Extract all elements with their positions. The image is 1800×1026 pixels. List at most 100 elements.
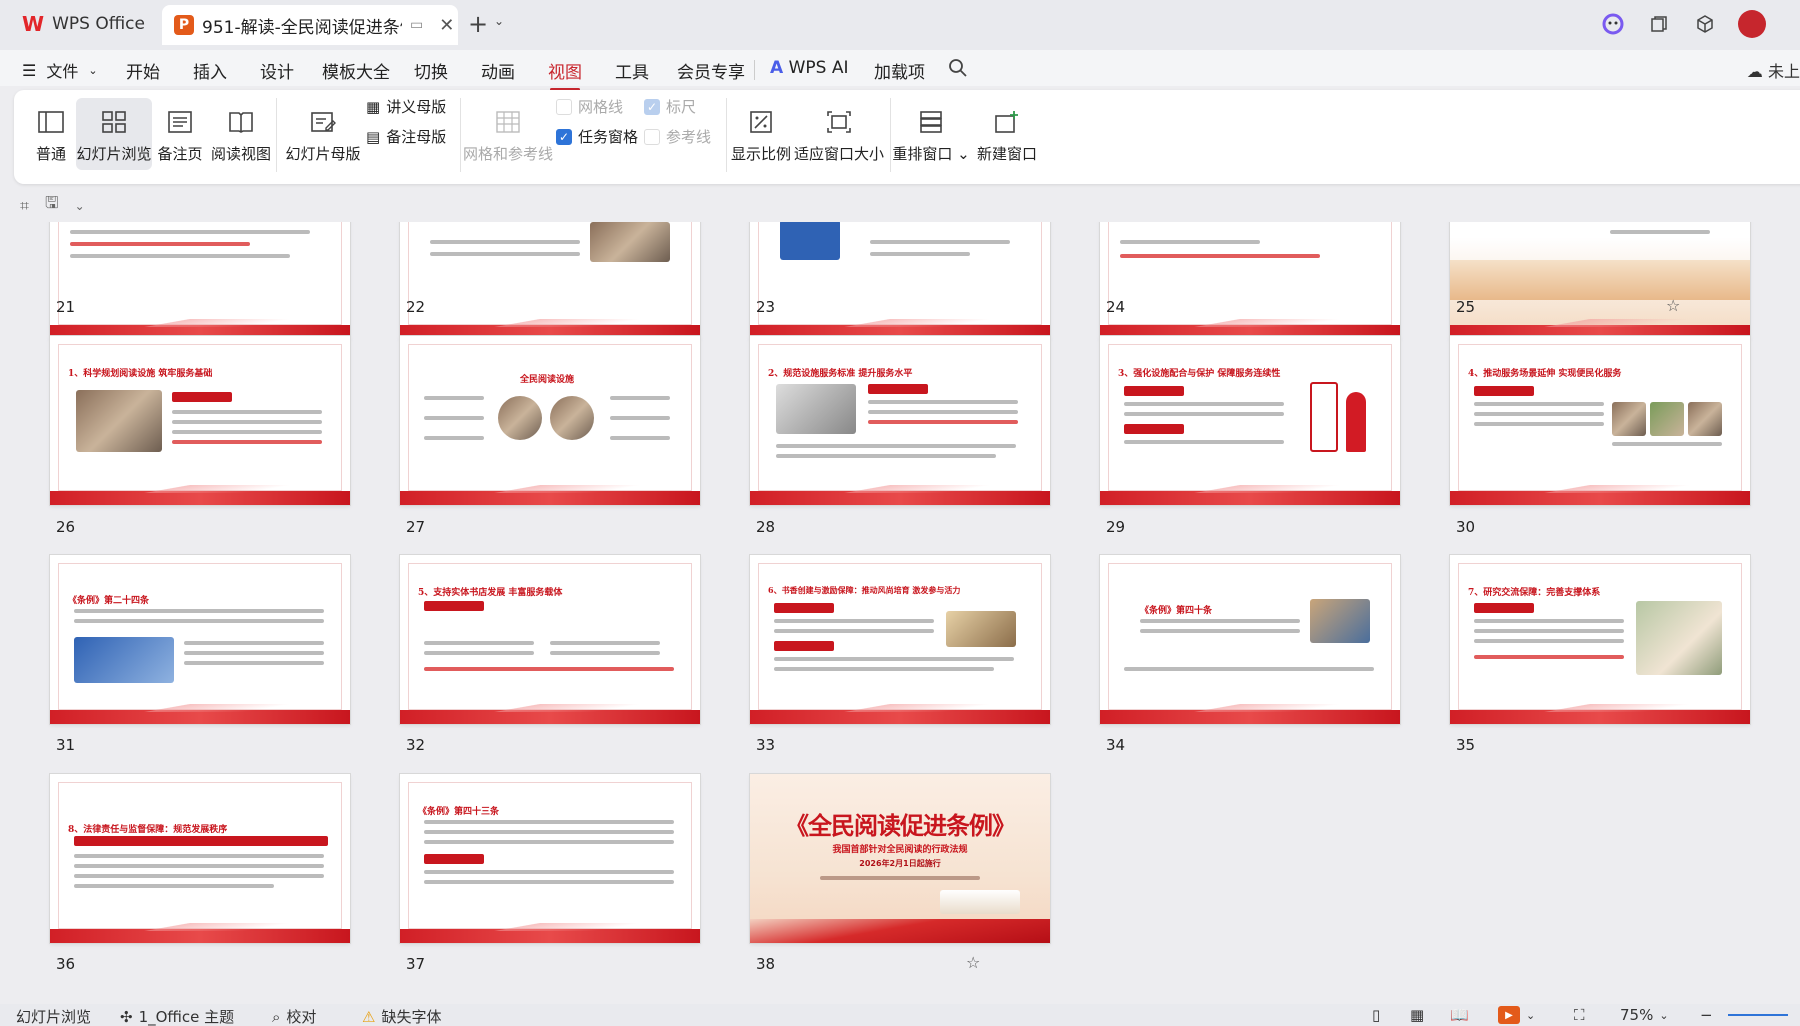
close-tab-icon[interactable]: ✕	[439, 15, 454, 36]
slide-thumbnail[interactable]: 全民阅读设施	[400, 336, 700, 505]
file-menu[interactable]: ☰ 文件 ⌄	[22, 58, 98, 82]
slide-thumbnail[interactable]: 6、书香创建与激励保障：推动风尚培育 激发参与活力	[750, 555, 1050, 724]
slide-browse-status-icon[interactable]: ▦	[1410, 1006, 1424, 1024]
new-window-button[interactable]: 新建窗口	[974, 98, 1040, 170]
ruler-checkbox[interactable]: ✓ 标尺	[644, 96, 696, 117]
slide-heading: 《条例》第二十四条	[68, 596, 150, 606]
gridlines-checkbox[interactable]: 网格线	[556, 96, 623, 117]
chevron-down-icon: ⌄	[1526, 1008, 1536, 1022]
slide-thumbnail[interactable]: 5、支持实体书店发展 丰富服务载体	[400, 555, 700, 724]
menu-addins[interactable]: 加载项	[874, 58, 925, 83]
menu-animations[interactable]: 动画	[481, 58, 515, 83]
rearrange-text: 重排窗口	[892, 145, 953, 163]
fit-icon[interactable]: ⛶	[1574, 1006, 1585, 1024]
task-pane-checkbox[interactable]: ✓ 任务窗格	[556, 126, 638, 147]
zoom-button[interactable]: 显示比例	[730, 98, 792, 170]
zoom-out-icon[interactable]: −	[1700, 1006, 1713, 1024]
zoom-value[interactable]: 75% ⌄	[1620, 1006, 1669, 1024]
notes-page-button[interactable]: 备注页	[154, 98, 206, 170]
book-icon	[226, 107, 256, 137]
ruler-check: ✓	[644, 98, 660, 115]
slide-number: 38	[756, 955, 776, 973]
proofing-label: 校对	[286, 1008, 317, 1026]
slide-heading: 全民阅读设施	[520, 375, 575, 385]
menu-home[interactable]: 开始	[126, 58, 160, 83]
zoom-ratio-icon	[746, 107, 776, 137]
missing-font-status[interactable]: ⚠ 缺失字体	[362, 1006, 441, 1026]
slide-heading: 4、推动服务场景延伸 实现便民化服务	[1468, 369, 1622, 379]
cover-slide-thumbnail[interactable]: 《全民阅读促进条例》 我国首部针对全民阅读的行政法规 2026年2月1日起施行	[750, 774, 1050, 943]
crop-icon[interactable]: ⌗	[20, 196, 29, 216]
menu-view[interactable]: 视图	[548, 58, 582, 91]
theme-label: 1_Office 主题	[138, 1008, 235, 1026]
menu-wps-ai[interactable]: A WPS AI	[770, 58, 848, 78]
chevron-down-icon[interactable]: ⌄	[494, 14, 504, 28]
ruler-label: 标尺	[666, 98, 697, 116]
menu-templates[interactable]: 模板大全	[322, 58, 390, 83]
ai-assistant-icon[interactable]	[1600, 11, 1626, 37]
normal-view-status-icon[interactable]: ▯	[1372, 1006, 1380, 1024]
slide-heading: 3、强化设施配合与保护 保障服务连续性	[1118, 369, 1281, 379]
file-menu-label: 文件	[46, 62, 79, 81]
slide-thumbnail[interactable]: 3、强化设施配合与保护 保障服务连续性	[1100, 336, 1400, 505]
normal-view-button[interactable]: 普通	[28, 98, 74, 170]
star-icon[interactable]: ☆	[1666, 296, 1680, 315]
slide-thumbnail[interactable]: 8、法律责任与监督保障：规范发展秩序	[50, 774, 350, 943]
reading-view-status-icon[interactable]: 📖	[1450, 1006, 1469, 1024]
multi-window-icon[interactable]	[1646, 11, 1672, 37]
view-ribbon: 普通 幻灯片浏览 备注页 阅读视图 幻灯片母版 ▦ 讲义母版 ▤ 备注母版 网格…	[14, 90, 1800, 184]
wps-ai-icon: A	[770, 58, 784, 78]
menu-design[interactable]: 设计	[260, 58, 294, 83]
slide-thumbnail[interactable]: 1、科学规划阅读设施 筑牢服务基础	[50, 336, 350, 505]
proofing-status[interactable]: ⌕ 校对	[272, 1006, 316, 1026]
menu-member[interactable]: 会员专享	[677, 58, 745, 83]
slide-thumbnail[interactable]	[750, 222, 1050, 339]
reading-view-button[interactable]: 阅读视图	[208, 98, 274, 170]
slide-thumbnail[interactable]: 《条例》第四十三条	[400, 774, 700, 943]
grid-guides-button[interactable]: 网格和参考线	[463, 98, 553, 170]
gridlines-label: 网格线	[578, 98, 624, 116]
new-tab-button[interactable]: +	[468, 10, 488, 38]
cloud-sync[interactable]: ☁ 未上	[1747, 58, 1800, 82]
slide-number: 32	[406, 736, 426, 754]
search-icon[interactable]	[948, 58, 968, 83]
slide-thumbnail[interactable]	[1100, 222, 1400, 339]
handout-master-icon: ▦	[366, 97, 381, 116]
slide-thumbnail[interactable]: 2、规范设施服务标准 提升服务水平	[750, 336, 1050, 505]
title-bar: W WPS Office P 951-解读-全民阅读促进条例. ▭ ✕ + ⌄	[0, 0, 1800, 50]
slide-thumbnail[interactable]: 4、推动服务场景延伸 实现便民化服务	[1450, 336, 1750, 505]
theme-status[interactable]: ✣ 1_Office 主题	[120, 1006, 234, 1026]
chevron-down-icon[interactable]: ⌄	[75, 199, 85, 213]
user-avatar[interactable]	[1738, 10, 1766, 38]
slideshow-play-button[interactable]: ▶ ⌄	[1498, 1006, 1535, 1024]
notes-master-button[interactable]: ▤ 备注母版	[366, 126, 446, 147]
cube-icon[interactable]	[1692, 11, 1718, 37]
menu-transitions[interactable]: 切换	[414, 58, 448, 83]
guides-checkbox[interactable]: 参考线	[644, 126, 711, 147]
save-icon[interactable]: 🖫	[45, 192, 59, 219]
quick-toolbar: ⌗ 🖫 ⌄	[20, 192, 85, 219]
slide-thumbnail[interactable]: 7、研究交流保障：完善支撑体系	[1450, 555, 1750, 724]
handout-master-button[interactable]: ▦ 讲义母版	[366, 96, 446, 117]
window-icon[interactable]: ▭	[410, 17, 423, 33]
menu-tools[interactable]: 工具	[615, 58, 649, 83]
wps-home-tab[interactable]: W WPS Office	[8, 6, 158, 42]
document-tab[interactable]: P 951-解读-全民阅读促进条例. ▭ ✕	[162, 5, 458, 45]
slide-number: 24	[1106, 298, 1126, 316]
slide-thumbnail[interactable]	[50, 222, 350, 339]
slide-number: 21	[56, 298, 76, 316]
slide-master-button[interactable]: 幻灯片母版	[284, 98, 362, 170]
slide-heading: 2、规范设施服务标准 提升服务水平	[768, 369, 913, 379]
slide-thumbnail[interactable]: 《条例》第二十四条	[50, 555, 350, 724]
slide-thumbnail[interactable]	[1450, 222, 1750, 339]
slide-thumbnail[interactable]: 《条例》第四十条	[1100, 555, 1400, 724]
slide-thumbnail[interactable]	[400, 222, 700, 339]
menu-insert[interactable]: 插入	[193, 58, 227, 83]
zoom-slider[interactable]	[1728, 1014, 1788, 1016]
slide-browse-button[interactable]: 幻灯片浏览	[76, 98, 152, 170]
hamburger-icon: ☰	[22, 60, 37, 80]
fit-window-button[interactable]: 适应窗口大小	[794, 98, 884, 170]
star-icon[interactable]: ☆	[966, 953, 980, 972]
slide-number: 30	[1456, 518, 1476, 536]
rearrange-windows-button[interactable]: 重排窗口 ⌄	[892, 98, 970, 170]
